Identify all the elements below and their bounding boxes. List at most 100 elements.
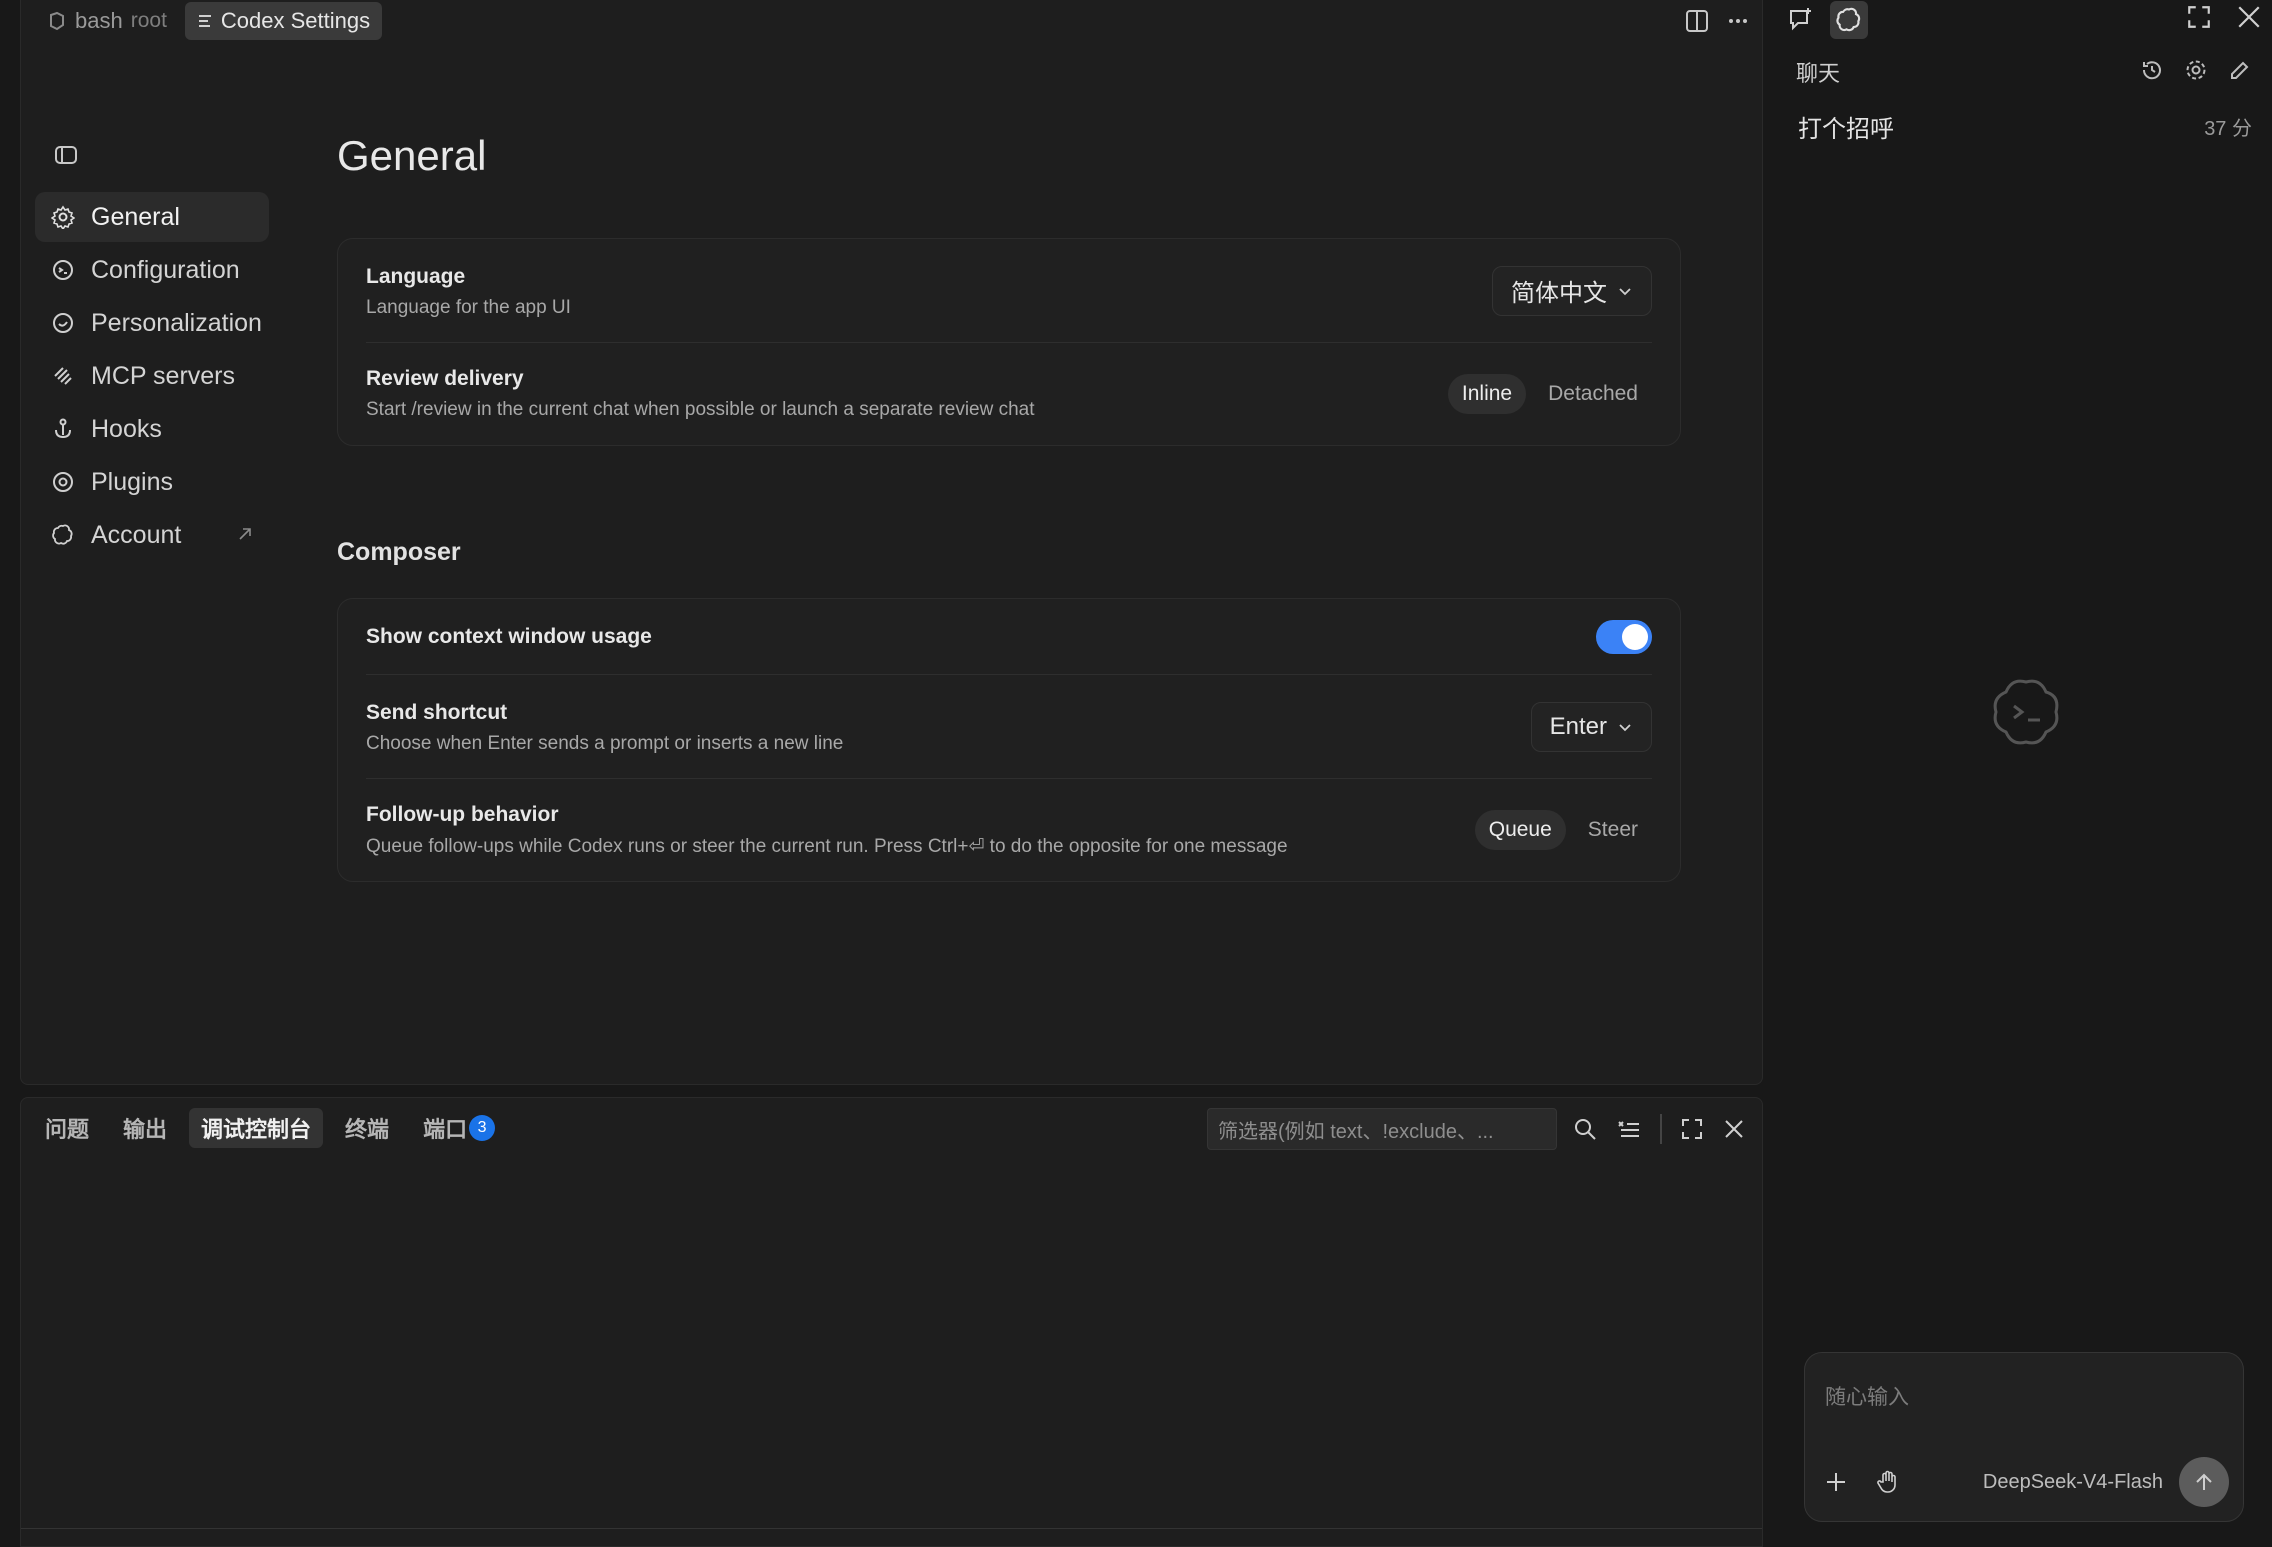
- chat-toolbar: [1786, 0, 1868, 40]
- panel-divider: [1660, 1114, 1662, 1144]
- gear-icon[interactable]: [2184, 58, 2208, 82]
- send-value: Enter: [1549, 712, 1607, 740]
- split-editor-icon[interactable]: [1684, 8, 1710, 34]
- review-option-inline[interactable]: Inline: [1447, 374, 1527, 414]
- nav-label: MCP servers: [91, 361, 236, 390]
- nav-item-mcp-servers[interactable]: MCP servers: [35, 351, 269, 401]
- arrow-up-icon: [2196, 1473, 2212, 1490]
- nav-label: General: [91, 202, 180, 231]
- context-title: Show context window usage: [366, 625, 652, 648]
- conversation-item[interactable]: 打个招呼 37 分: [1798, 108, 2252, 144]
- debug-filter-input[interactable]: 筛选器(例如 text、!exclude、...: [1207, 1108, 1557, 1150]
- debug-repl-input[interactable]: [21, 1528, 1762, 1546]
- conversation-title: 打个招呼: [1798, 115, 1894, 143]
- tab-codex-settings[interactable]: Codex Settings: [184, 2, 383, 40]
- review-option-detached[interactable]: Detached: [1534, 374, 1652, 414]
- clear-console-icon[interactable]: [1616, 1116, 1642, 1142]
- nav-item-personalization[interactable]: Personalization: [35, 298, 269, 348]
- personalization-icon: [51, 311, 75, 335]
- send-title: Send shortcut: [366, 701, 508, 724]
- review-segmented: Inline Detached: [1447, 374, 1652, 414]
- followup-option-steer[interactable]: Steer: [1574, 810, 1652, 850]
- maximize-panel-icon[interactable]: [1680, 1117, 1704, 1141]
- openai-icon[interactable]: [1830, 1, 1868, 39]
- nav-item-hooks[interactable]: Hooks: [35, 404, 269, 454]
- tab-sublabel: root: [130, 9, 167, 32]
- close-panel-icon[interactable]: [1722, 1117, 1746, 1141]
- settings-file-icon: [197, 13, 213, 29]
- hand-icon[interactable]: [1875, 1469, 1901, 1495]
- language-desc: Language for the app UI: [366, 297, 571, 318]
- composer-toolbar: DeepSeek-V4-Flash: [1823, 1457, 2229, 1507]
- hook-icon: [51, 417, 75, 441]
- mcp-icon: [51, 364, 75, 388]
- openai-icon: [51, 523, 75, 547]
- plus-icon[interactable]: [1823, 1469, 1849, 1495]
- more-actions-icon[interactable]: [1726, 9, 1750, 33]
- tab-bash[interactable]: bash root: [35, 2, 179, 40]
- followup-desc: Queue follow-ups while Codex runs or ste…: [366, 836, 1288, 857]
- close-icon[interactable]: [2236, 4, 2262, 30]
- chat-add-icon[interactable]: [1786, 5, 1816, 35]
- gear-icon: [51, 205, 75, 229]
- context-row: Show context window usage: [366, 599, 1652, 675]
- nav-item-configuration[interactable]: Configuration: [35, 245, 269, 295]
- followup-row: Follow-up behavior Queue follow-ups whil…: [366, 779, 1652, 881]
- panel-tab-output[interactable]: 输出: [111, 1108, 179, 1148]
- nav-item-plugins[interactable]: Plugins: [35, 457, 269, 507]
- editor-area: bash root Codex Settings General Configu…: [20, 0, 1763, 1085]
- app-root: bash root Codex Settings General Configu…: [0, 0, 2272, 1547]
- panel-tab-problems[interactable]: 问题: [33, 1108, 101, 1148]
- panel-tab-debug-console[interactable]: 调试控制台: [189, 1108, 324, 1148]
- send-button[interactable]: [2179, 1457, 2229, 1507]
- sidebar-toggle-icon[interactable]: [51, 140, 81, 170]
- nav-item-general[interactable]: General: [35, 192, 269, 242]
- chat-header-actions: [2140, 58, 2252, 82]
- send-desc: Choose when Enter sends a prompt or inse…: [366, 733, 844, 754]
- nav-label: Account: [91, 520, 182, 549]
- review-row: Review delivery Start /review in the cur…: [366, 343, 1652, 445]
- context-usage-toggle[interactable]: [1596, 619, 1652, 654]
- conversation-time: 37 分: [2204, 117, 2252, 140]
- tab-label: Codex Settings: [220, 8, 371, 33]
- activity-strip: [0, 0, 20, 1547]
- nav-label: Hooks: [91, 414, 162, 443]
- send-shortcut-select[interactable]: Enter: [1530, 701, 1652, 752]
- search-icon[interactable]: [1572, 1116, 1598, 1142]
- edit-icon[interactable]: [2228, 58, 2252, 82]
- followup-title: Follow-up behavior: [366, 803, 559, 826]
- model-selector[interactable]: DeepSeek-V4-Flash: [1983, 1471, 2163, 1494]
- codex-logo-icon: [1986, 672, 2066, 752]
- general-card: Language Language for the app UI 简体中文 Re…: [337, 238, 1681, 446]
- composer-card: Show context window usage Send shortcut …: [337, 598, 1681, 882]
- chat-input[interactable]: 随心输入: [1825, 1381, 1909, 1411]
- send-shortcut-row: Send shortcut Choose when Enter sends a …: [366, 675, 1652, 779]
- language-title: Language: [366, 265, 466, 288]
- toggle-knob: [1622, 623, 1648, 650]
- nav-item-account[interactable]: Account: [35, 510, 269, 560]
- nav-label: Plugins: [91, 467, 173, 496]
- chat-sidebar: 聊天 打个招呼 37 分 随心输入 DeepSeek-V4-Flash: [1776, 0, 2272, 1547]
- plugin-icon: [51, 470, 75, 494]
- nav-label: Configuration: [91, 255, 240, 284]
- external-link-icon: [235, 524, 255, 544]
- nav-label: Personalization: [91, 308, 262, 337]
- tab-label: bash: [75, 8, 123, 33]
- chevron-down-icon: [1617, 283, 1633, 299]
- followup-segmented: Queue Steer: [1474, 810, 1652, 850]
- language-value: 简体中文: [1511, 280, 1607, 307]
- chat-header-title: 聊天: [1796, 61, 1841, 86]
- chevron-down-icon: [1617, 719, 1633, 735]
- page-title: General: [337, 132, 487, 179]
- panel-tab-ports[interactable]: 端口 3: [411, 1108, 507, 1148]
- settings-nav: General Configuration Personalization MC…: [35, 192, 269, 563]
- panel-tab-terminal[interactable]: 终端: [333, 1108, 401, 1148]
- panel-actions: [1572, 1112, 1746, 1146]
- history-icon[interactable]: [2140, 58, 2164, 82]
- fullscreen-icon[interactable]: [2186, 4, 2212, 30]
- followup-option-queue[interactable]: Queue: [1474, 810, 1566, 850]
- chat-window-buttons: [2186, 4, 2262, 30]
- language-select[interactable]: 简体中文: [1492, 265, 1652, 316]
- bottom-panel: 问题 输出 调试控制台 终端 端口 3 筛选器(例如 text、!exclude…: [20, 1097, 1763, 1547]
- config-icon: [51, 258, 75, 282]
